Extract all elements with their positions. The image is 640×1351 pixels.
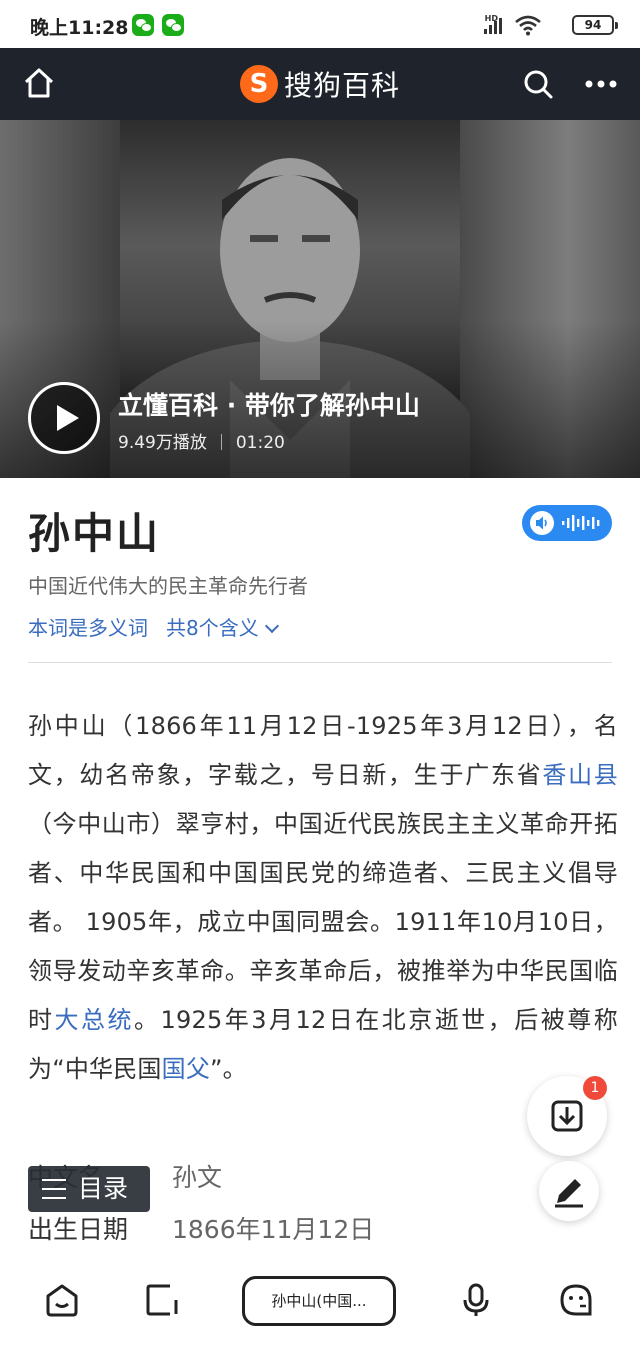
brand-logo[interactable]: S 搜狗百科 [240,64,400,104]
pencil-icon [555,1179,583,1208]
summary-text: ”。 [210,1055,247,1083]
meanings-count: 共8个含义 [166,616,259,640]
assistant-icon[interactable] [558,1282,594,1318]
video-meta: 9.49万播放 01:20 [118,428,285,453]
toc-label: 目录 [78,1174,129,1203]
sogou-logo-icon: S [240,65,278,103]
chevron-down-icon [264,618,279,634]
more-icon[interactable] [584,74,618,94]
audio-wave-icon [562,515,600,531]
battery-indicator: 94 [572,15,618,35]
video-banner[interactable]: 立懂百科 · 带你了解孙中山 9.49万播放 01:20 [0,120,640,478]
notification-badge: 1 [583,1076,607,1100]
tabs-icon[interactable] [144,1282,180,1318]
home-face-icon[interactable] [44,1282,80,1318]
signal-icon [484,18,502,34]
link-guofu[interactable]: 国父 [162,1055,210,1083]
page-title: 孙中山 [28,509,161,558]
menu-icon [42,1179,66,1199]
section-divider [28,662,612,663]
polysemy-link[interactable]: 本词是多义词 共8个含义 [28,612,279,641]
toc-button[interactable]: 目录 [28,1166,150,1212]
edit-button[interactable] [539,1161,599,1221]
wechat-notification-icon [162,14,184,36]
search-icon[interactable] [522,68,554,100]
brand-name: 搜狗百科 [284,69,401,102]
entry-subtitle: 中国近代伟大的民主革命先行者 [28,574,308,598]
wifi-icon [515,15,541,36]
current-tab[interactable]: 孙中山(中国... [242,1276,396,1326]
speaker-icon [530,511,554,535]
info-key: 出生日期 [28,1215,129,1244]
video-duration: 01:20 [235,433,285,453]
play-button[interactable] [28,382,100,454]
summary-text: （今中山市）翠亨村，中国近代民族民主主义革命开拓者、中华民国和中国国民党的缔造者… [28,810,618,1034]
bottom-toolbar: 孙中山(中国... [0,1256,640,1351]
link-president[interactable]: 大总统 [55,1006,135,1034]
download-button[interactable]: 1 [527,1076,607,1156]
status-bar: 晚上11:28 HD 94 [0,0,640,48]
info-value: 孙文 [172,1163,223,1192]
divider [220,434,222,450]
audio-read-button[interactable] [522,505,612,541]
entry-summary: 孙中山（1866年11月12日-1925年3月12日），名文，幼名帝象，字载之，… [28,702,618,1094]
video-plays: 9.49万播放 [118,433,207,453]
video-title: 立懂百科 · 带你了解孙中山 [118,391,420,420]
status-time: 晚上11:28 [30,17,129,39]
summary-text: 孙中山（1866年11月12日-1925年3月12日），名文，幼名帝象，字载之，… [28,712,618,789]
app-header: S 搜狗百科 [0,48,640,120]
microphone-icon[interactable] [458,1282,494,1318]
wechat-notification-icon [132,14,154,36]
polysemy-label: 本词是多义词 [28,616,148,640]
info-value: 1866年11月12日 [172,1215,375,1244]
info-row: 出生日期 1866年11月12日 [28,1210,612,1262]
link-xiangshan[interactable]: 香山县 [542,761,618,789]
home-icon[interactable] [22,66,56,100]
